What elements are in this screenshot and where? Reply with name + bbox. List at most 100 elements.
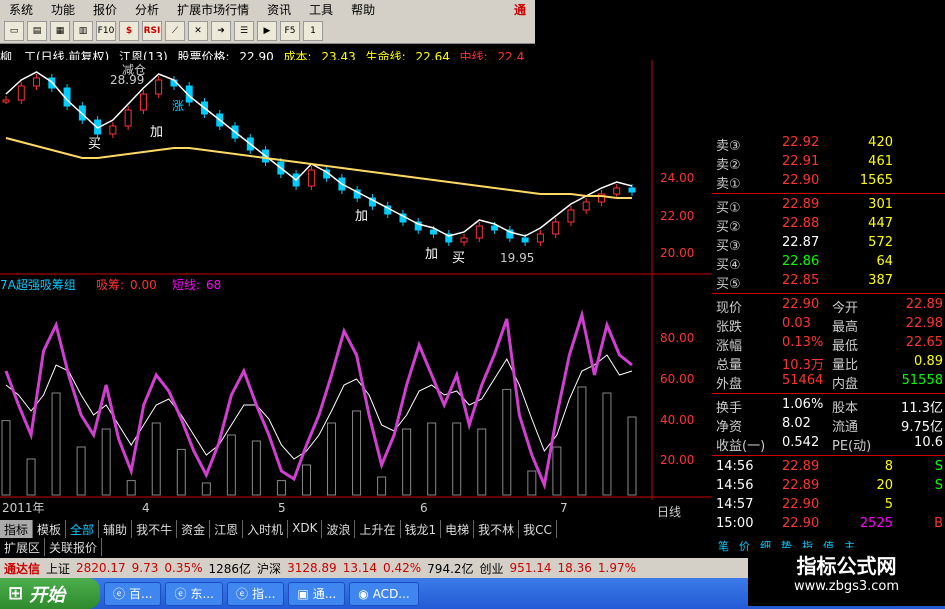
tick-volume: 8 — [884, 459, 893, 474]
status-item: 3128.89 — [287, 561, 337, 575]
buy-price: 22.85 — [782, 273, 820, 288]
open-icon[interactable]: ▤ — [27, 20, 47, 41]
fund-value: 1.06% — [782, 397, 824, 412]
menu-function[interactable]: 功能 — [42, 1, 84, 18]
f10-icon[interactable]: F10 — [96, 20, 116, 41]
indicator-tab[interactable]: XDK — [288, 520, 323, 538]
buy-volume: 64 — [876, 254, 893, 269]
indicator-tab[interactable]: 钱龙1 — [401, 520, 442, 538]
buy-level-label: 买① — [716, 201, 741, 216]
toolbar: ▭ ▤ ▦ ▥ F10 $ RSI ⟋ ✕ ➜ ☰ ▶ F5 1 — [0, 18, 535, 44]
taskbar-item-4[interactable]: ▣ 通... — [288, 581, 346, 606]
indicator-tab[interactable]: 江恩 — [210, 520, 244, 538]
indicator-tab[interactable]: 指标 — [0, 520, 34, 538]
menu-help[interactable]: 帮助 — [342, 1, 384, 18]
indicator-tab[interactable]: 模板 — [33, 520, 67, 538]
buy-volume: 572 — [868, 235, 893, 250]
buy-price: 22.87 — [782, 235, 820, 250]
taskbar-item-3-label: 指... — [251, 587, 276, 601]
tick-side: B — [934, 516, 943, 531]
line-icon[interactable]: ⟋ — [165, 20, 185, 41]
chart-icon[interactable]: ▥ — [73, 20, 93, 41]
kline-chart[interactable]: 28.99 减仓 买 加 涨 加 加 买 19.95 7A超强吸筹组 吸筹: 0… — [0, 60, 712, 520]
sell-row: 卖① 22.90 1565 — [712, 172, 945, 192]
candle-body — [155, 79, 163, 95]
page-one-button[interactable]: 1 — [303, 20, 323, 41]
taskbar-item-3[interactable]: ⓔ 指... — [226, 581, 285, 606]
indicator-tab[interactable]: 上升在 — [355, 520, 401, 538]
candle-body — [17, 85, 25, 101]
menu-system[interactable]: 系统 — [0, 1, 42, 18]
stat-value-2: 0.89 — [914, 354, 943, 369]
indicator-tab[interactable]: 全部 — [66, 520, 100, 538]
indicator-tab[interactable]: 资金 — [177, 520, 211, 538]
indicator-tab[interactable]: 我不牛 — [132, 520, 178, 538]
indicator-tab[interactable]: 入时机 — [243, 520, 289, 538]
sell-price: 22.90 — [782, 173, 820, 188]
add-signal-label-2: 加 — [355, 209, 368, 224]
taskbar-item-5-label: ACD... — [372, 586, 410, 601]
grid-icon[interactable]: ▦ — [50, 20, 70, 41]
dollar-icon[interactable]: $ — [119, 20, 139, 41]
sell-row: 卖② 22.91 461 — [712, 153, 945, 173]
menu-extended-market[interactable]: 扩展市场行情 — [168, 1, 258, 18]
candle-body — [124, 109, 132, 127]
tick-volume: 20 — [876, 478, 893, 493]
start-button[interactable]: ⊞ 开始 — [0, 578, 100, 609]
fund-label-2: PE(动) — [832, 439, 872, 454]
top-right-blank — [535, 0, 945, 44]
tick-time: 14:56 — [716, 459, 754, 474]
indicator-tab[interactable]: 我CC — [519, 520, 557, 538]
sell-level-label: 卖③ — [716, 139, 741, 154]
watermark-title: 指标公式网 — [796, 554, 897, 578]
sell-level-label: 卖① — [716, 177, 741, 192]
new-icon[interactable]: ▭ — [4, 20, 24, 41]
status-item: 通达信 — [4, 561, 41, 576]
stat-label-2: 今开 — [832, 301, 859, 316]
x-icon[interactable]: ✕ — [188, 20, 208, 41]
quote-tab[interactable]: 笔 — [718, 538, 729, 553]
divider — [712, 293, 945, 294]
candle-body — [521, 237, 529, 243]
tick-row: 14:56 22.89 8 S — [712, 458, 945, 477]
buy-row: 买⑤ 22.85 387 — [712, 272, 945, 292]
stat-label-2: 内盘 — [832, 377, 859, 392]
list-icon[interactable]: ☰ — [234, 20, 254, 41]
ie-icon: ⓔ — [174, 587, 187, 601]
indicator-tab[interactable]: 辅助 — [99, 520, 133, 538]
candle-body — [567, 209, 575, 223]
ie-icon: ⓔ — [113, 587, 126, 601]
year-label: 2011年 — [2, 501, 45, 515]
taskbar-item-1[interactable]: ⓔ 百... — [104, 581, 162, 606]
month-4-label: 4 — [142, 501, 150, 515]
stat-value: 0.03 — [782, 316, 811, 331]
indicator-tab[interactable]: 我不林 — [474, 520, 520, 538]
menu-tools[interactable]: 工具 — [300, 1, 342, 18]
candle-body — [2, 99, 10, 103]
taskbar-item-2[interactable]: ⓔ 东... — [165, 581, 223, 606]
indicator-tab[interactable]: 电梯 — [441, 520, 475, 538]
rsi-icon[interactable]: RSI — [142, 20, 162, 41]
menu-news[interactable]: 资讯 — [258, 1, 300, 18]
add-signal-label-3: 加 — [425, 247, 438, 262]
candle-body — [109, 125, 117, 135]
extension-tab[interactable]: 扩展区 — [0, 538, 46, 556]
play-icon[interactable]: ▶ — [257, 20, 277, 41]
upper-axis-tick-2: 22.00 — [660, 209, 694, 223]
f5-icon[interactable]: F5 — [280, 20, 300, 41]
fund-value: 0.542 — [782, 435, 820, 450]
month-5-label: 5 — [278, 501, 286, 515]
indicator-tab[interactable]: 波浪 — [322, 520, 356, 538]
rise-signal-label: 涨 — [172, 98, 184, 113]
divider — [712, 193, 945, 194]
menu-analysis[interactable]: 分析 — [126, 1, 168, 18]
ie-icon: ⓔ — [235, 587, 248, 601]
taskbar-item-5[interactable]: ◉ ACD... — [349, 581, 419, 606]
extension-tab[interactable]: 关联报价 — [45, 538, 103, 556]
candle-body — [536, 233, 544, 243]
stat-value: 0.13% — [782, 335, 824, 350]
upper-axis-tick-1: 24.00 — [660, 171, 694, 185]
menu-quote[interactable]: 报价 — [84, 1, 126, 18]
period-label: 日线 — [657, 505, 682, 519]
arrow-icon[interactable]: ➜ — [211, 20, 231, 41]
